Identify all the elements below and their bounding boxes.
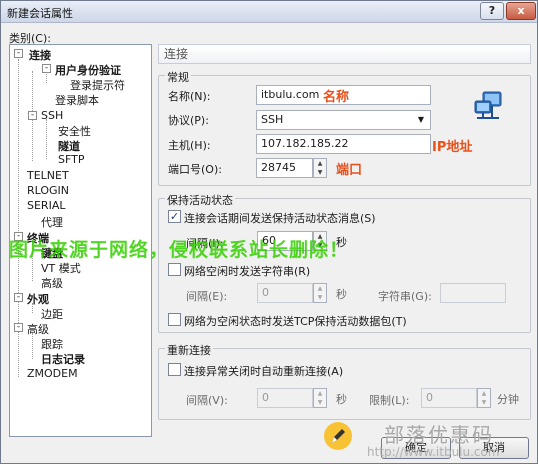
reconnect-group-title: 重新连接 (165, 342, 213, 358)
spin-down-icon[interactable]: ▼ (478, 399, 490, 407)
tree-item-rlogin[interactable]: RLOGIN (27, 184, 69, 197)
tree-item-serial[interactable]: SERIAL (27, 199, 65, 212)
auto-reconnect-label: 连接异常关闭时自动重新连接(A) (184, 365, 344, 378)
auto-reconnect-checkbox[interactable] (168, 363, 181, 376)
keepalive-group-title: 保持活动状态 (165, 192, 235, 208)
interval2-input[interactable]: 0 (257, 283, 313, 303)
tree-item-margins[interactable]: 边距 (41, 306, 63, 322)
tcp-keepalive-label: 网络为空闲状态时发送TCP保持活动数据包(T) (184, 315, 407, 328)
protocol-select[interactable]: SSH ▼ (256, 110, 431, 130)
tree-item-vt-mode[interactable]: VT 模式 (41, 260, 81, 276)
tree-item-security[interactable]: 安全性 (58, 123, 91, 139)
interval2-label: 间隔(E): (186, 290, 228, 303)
network-computer-icon (474, 91, 502, 119)
port-annotation: 端口 (336, 163, 363, 178)
tree-item-tunnel[interactable]: 隧道 (58, 138, 80, 154)
tree-item-connection[interactable]: 连接 (29, 47, 51, 63)
dialog-window: 新建会话属性 ? x 类别(C): - 连接 - 用户身份验证 登录提示符 登录… (0, 0, 538, 464)
send-keepalive-label: 连接会话期间发送保持活动状态消息(S) (184, 212, 376, 225)
reconnect-limit-label: 限制(L): (369, 394, 410, 407)
watermark-url: http://www.itbulu.com (367, 445, 500, 459)
tree-item-login-prompts[interactable]: 登录提示符 (70, 77, 125, 93)
expander-advanced[interactable]: - (14, 323, 23, 332)
tcp-keepalive-checkbox[interactable] (168, 313, 181, 326)
port-spinner[interactable]: ▲ ▼ (313, 158, 327, 178)
tree-item-logging[interactable]: 日志记录 (41, 351, 85, 367)
expander-auth[interactable]: - (42, 64, 51, 73)
host-label: 主机(H): (168, 139, 211, 152)
interval2-seconds: 秒 (336, 288, 347, 301)
protocol-value: SSH (261, 113, 284, 126)
dropdown-arrow-icon[interactable]: ▼ (413, 112, 429, 128)
help-button[interactable]: ? (480, 2, 504, 20)
string-label: 字符串(G): (378, 290, 432, 303)
tree-item-trace[interactable]: 跟踪 (41, 336, 63, 352)
protocol-label: 协议(P): (168, 114, 209, 127)
host-input[interactable]: 107.182.185.22 (256, 134, 431, 154)
spin-up-icon[interactable]: ▲ (314, 285, 326, 293)
panel-header: 连接 (158, 44, 531, 64)
watermark-brand: 部落优惠码 (384, 423, 494, 447)
tree-item-appearance[interactable]: 外观 (27, 291, 49, 307)
reconnect-interval-spinner[interactable]: ▲ ▼ (313, 388, 327, 408)
port-input[interactable]: 28745 (256, 158, 313, 178)
spin-down-icon[interactable]: ▼ (314, 169, 326, 177)
reconnect-seconds: 秒 (336, 393, 347, 406)
tree-item-telnet[interactable]: TELNET (27, 169, 69, 182)
close-button[interactable]: x (506, 2, 536, 20)
spin-up-icon[interactable]: ▲ (478, 390, 490, 398)
general-group-title: 常规 (165, 69, 191, 85)
expander-connection[interactable]: - (14, 49, 23, 58)
interval2-spinner[interactable]: ▲ ▼ (313, 283, 327, 303)
tree-line (46, 119, 47, 159)
tree-item-terminal-advanced[interactable]: 高级 (41, 275, 63, 291)
spin-down-icon[interactable]: ▼ (314, 399, 326, 407)
tree-item-proxy[interactable]: 代理 (41, 214, 63, 230)
reconnect-limit-input[interactable]: 0 (421, 388, 477, 408)
tree-item-login-scripts[interactable]: 登录脚本 (55, 92, 99, 108)
reconnect-interval-label: 间隔(V): (186, 394, 228, 407)
window-title: 新建会话属性 (7, 7, 73, 20)
spin-down-icon[interactable]: ▼ (314, 294, 326, 302)
spin-up-icon[interactable]: ▲ (314, 160, 326, 168)
title-bar: 新建会话属性 ? x (1, 1, 537, 23)
idle-string-checkbox[interactable] (168, 263, 181, 276)
string-input[interactable] (440, 283, 506, 303)
idle-string-label: 网络空闲时发送字符串(R) (184, 265, 311, 278)
name-annotation: 名称 (323, 90, 350, 105)
send-keepalive-checkbox[interactable]: ✓ (168, 210, 181, 223)
reconnect-interval-input[interactable]: 0 (257, 388, 313, 408)
source-notice-overlay: 图片来源于网络，侵权联系站长删除！ (9, 239, 350, 261)
spin-up-icon[interactable]: ▲ (314, 390, 326, 398)
reconnect-limit-spinner[interactable]: ▲ ▼ (477, 388, 491, 408)
tree-item-advanced[interactable]: 高级 (27, 321, 49, 337)
tree-item-ssh[interactable]: SSH (41, 109, 63, 122)
host-annotation: IP地址 (432, 140, 473, 155)
reconnect-minutes: 分钟 (497, 393, 519, 406)
port-label: 端口号(O): (168, 163, 222, 176)
tree-item-user-auth[interactable]: 用户身份验证 (55, 62, 121, 78)
expander-appearance[interactable]: - (14, 293, 23, 302)
tree-item-sftp[interactable]: SFTP (58, 153, 84, 166)
reconnect-group: 重新连接 (158, 342, 531, 420)
name-label: 名称(N): (168, 90, 211, 103)
tree-item-zmodem[interactable]: ZMODEM (27, 367, 78, 380)
expander-ssh[interactable]: - (28, 111, 37, 120)
pencil-logo-icon (324, 422, 352, 450)
